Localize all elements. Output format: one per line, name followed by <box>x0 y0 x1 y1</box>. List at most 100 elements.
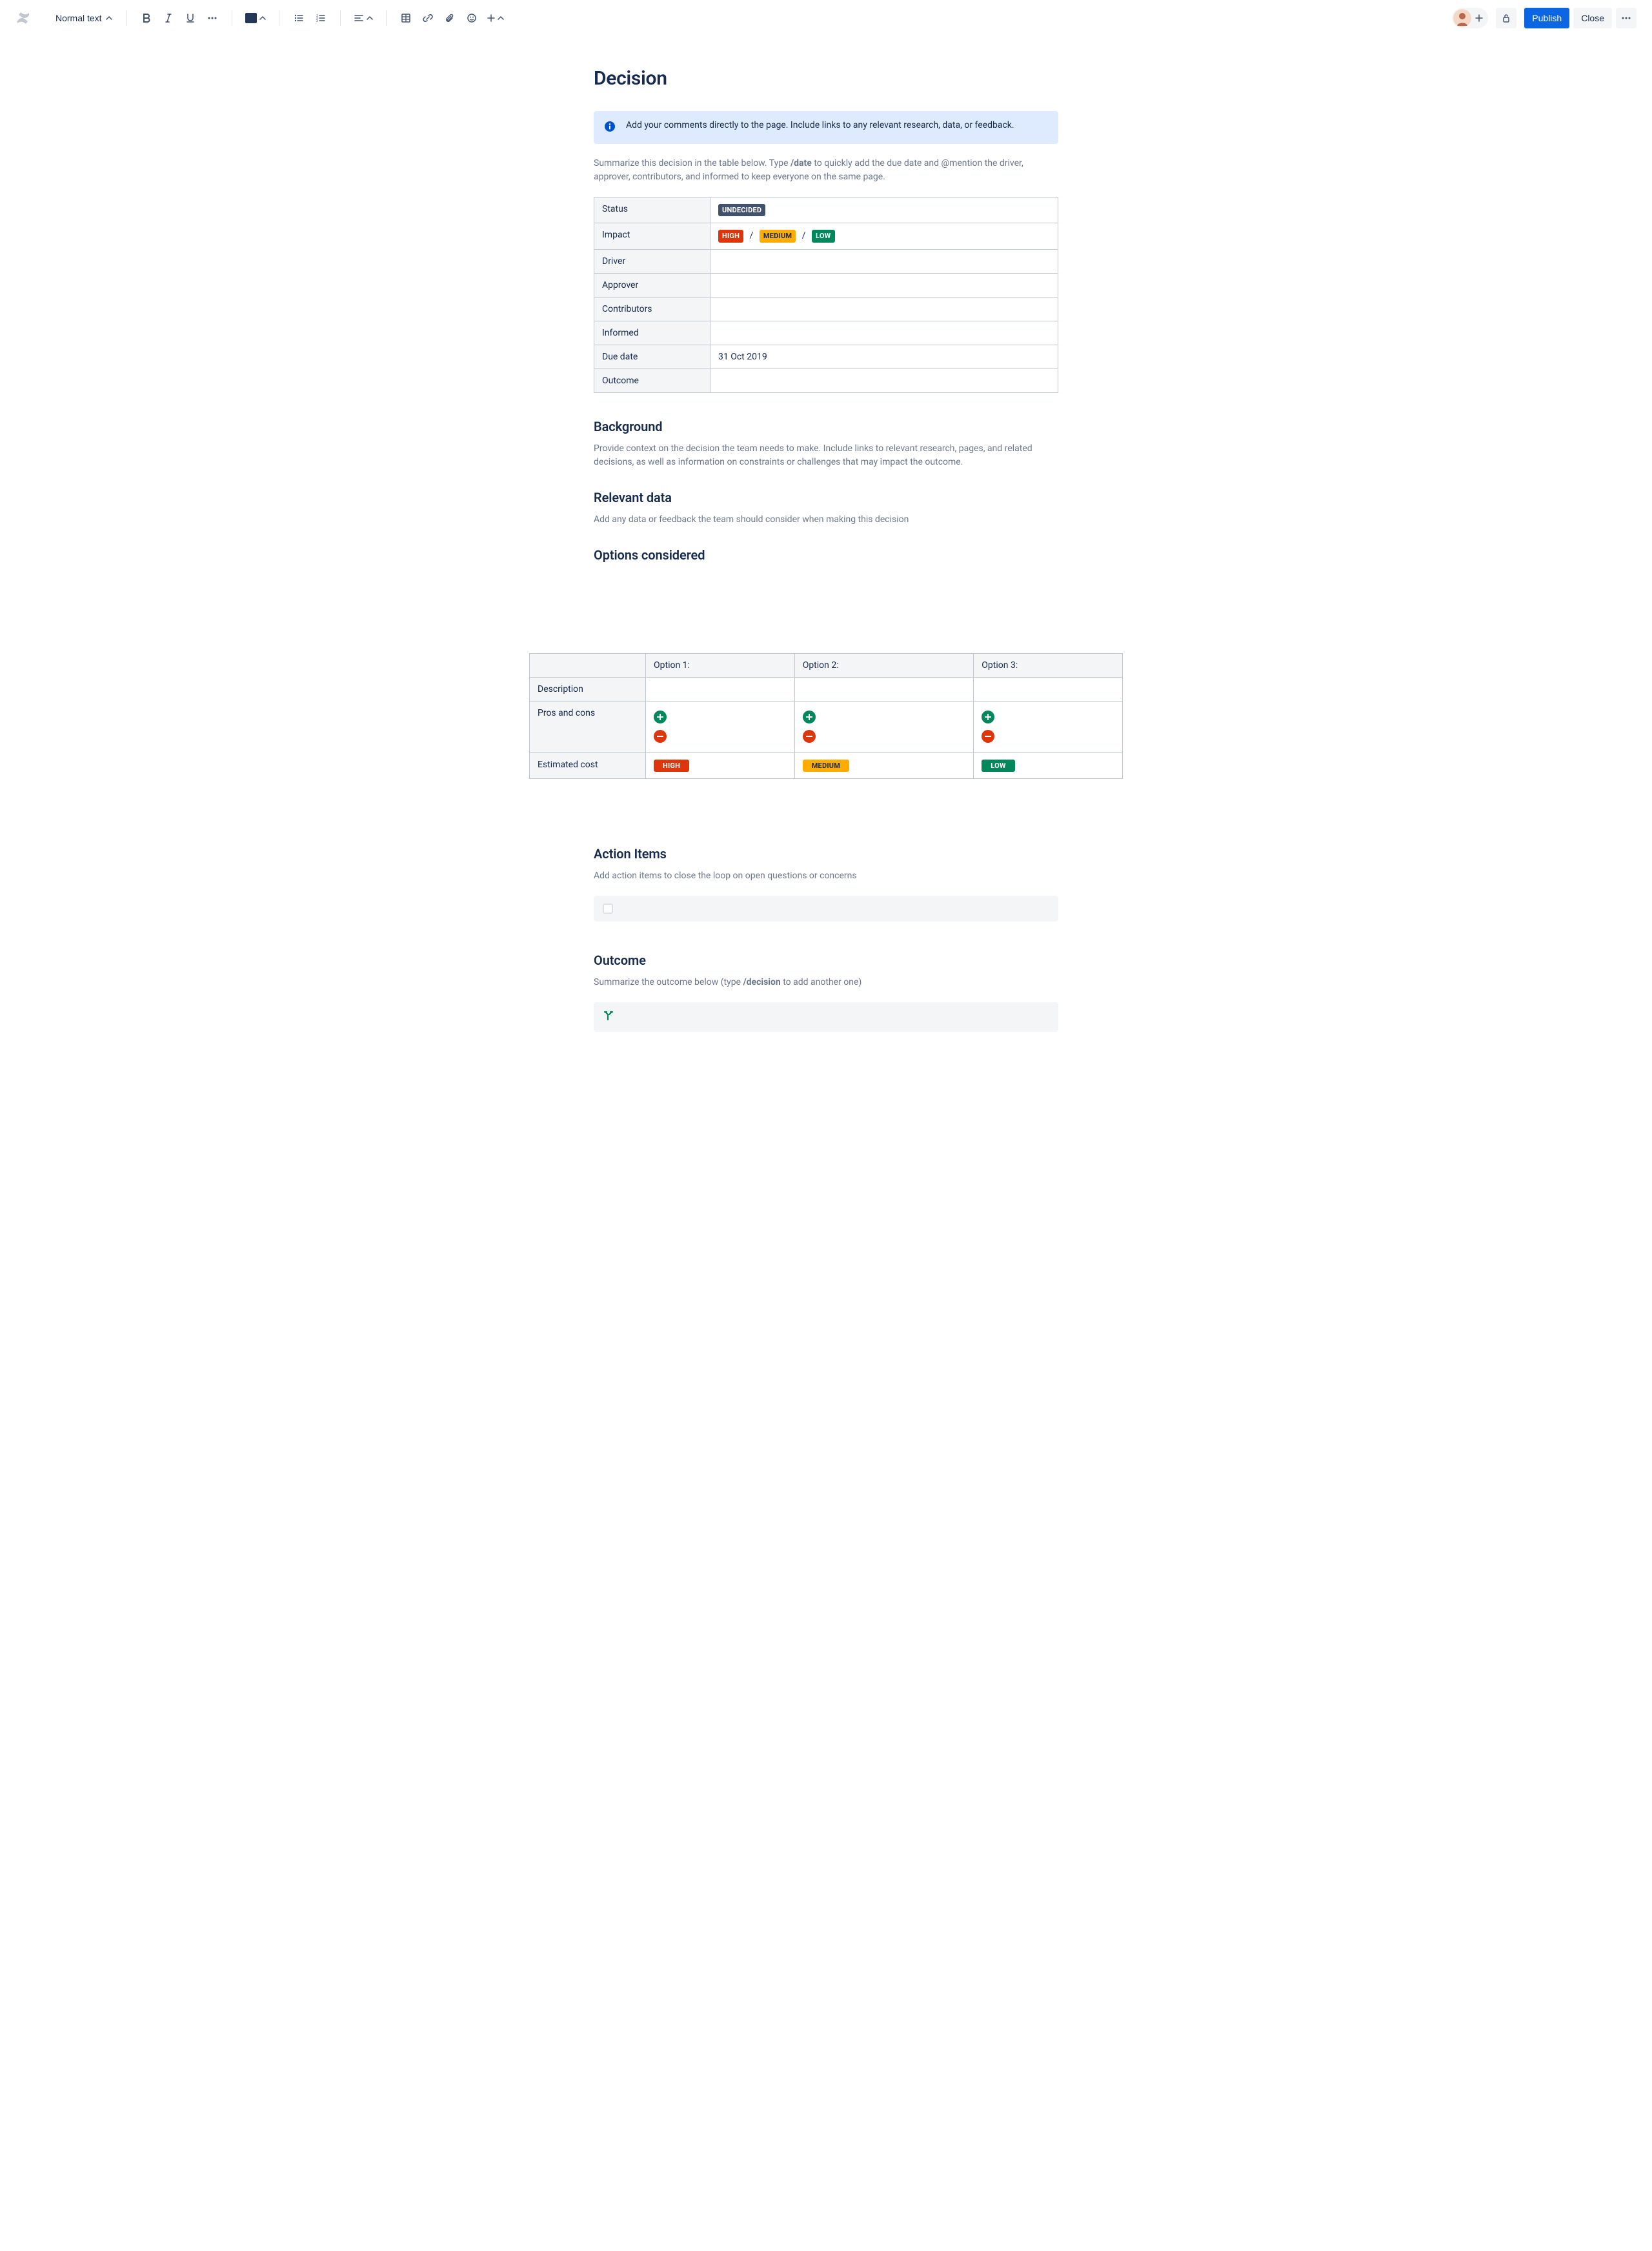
col-option-1[interactable]: Option 1: <box>646 653 795 677</box>
plus-icon <box>654 711 667 723</box>
info-panel[interactable]: Add your comments directly to the page. … <box>594 111 1058 144</box>
minus-icon <box>803 730 816 743</box>
action-item-row[interactable] <box>594 896 1058 922</box>
decision-icon <box>603 1010 614 1024</box>
impact-high-lozenge[interactable]: HIGH <box>718 230 743 242</box>
row-header-outcome[interactable]: Outcome <box>594 368 710 392</box>
link-button[interactable] <box>418 8 438 28</box>
cell-cost-3[interactable]: LOW <box>974 752 1123 778</box>
restrictions-button[interactable] <box>1496 8 1516 28</box>
cell-outcome[interactable] <box>710 368 1058 392</box>
text-style-label: Normal text <box>55 13 102 23</box>
svg-text:3: 3 <box>316 19 318 23</box>
row-header-pros-cons[interactable]: Pros and cons <box>530 701 646 752</box>
underline-icon <box>185 13 196 23</box>
plus-icon <box>982 711 994 723</box>
intro-help-text[interactable]: Summarize this decision in the table bel… <box>594 157 1058 184</box>
toolbar-separator <box>386 10 387 26</box>
row-header-driver[interactable]: Driver <box>594 249 710 273</box>
publish-button[interactable]: Publish <box>1524 8 1569 28</box>
cell-desc-2[interactable] <box>794 677 974 701</box>
avatar[interactable] <box>1453 9 1471 27</box>
cost-high-lozenge[interactable]: HIGH <box>654 760 689 772</box>
status-lozenge-undecided[interactable]: UNDECIDED <box>718 204 765 216</box>
cell-desc-3[interactable] <box>974 677 1123 701</box>
row-header-contributors[interactable]: Contributors <box>594 297 710 321</box>
cell-desc-1[interactable] <box>646 677 795 701</box>
emoji-button[interactable] <box>461 8 482 28</box>
text-color-button[interactable] <box>241 8 270 28</box>
unlock-icon <box>1501 13 1511 23</box>
col-blank[interactable] <box>530 653 646 677</box>
impact-low-lozenge[interactable]: LOW <box>812 230 834 242</box>
text-color-swatch-icon <box>245 13 257 23</box>
task-checkbox[interactable] <box>603 903 613 914</box>
bold-button[interactable] <box>136 8 157 28</box>
cell-informed[interactable] <box>710 321 1058 345</box>
cell-pc-3[interactable] <box>974 701 1123 752</box>
bullet-list-button[interactable] <box>288 8 309 28</box>
info-icon <box>604 121 616 135</box>
cell-approver[interactable] <box>710 273 1058 297</box>
text-style-dropdown[interactable]: Normal text <box>50 8 117 28</box>
heading-background[interactable]: Background <box>594 419 1058 434</box>
cost-medium-lozenge[interactable]: MEDIUM <box>803 760 849 772</box>
link-icon <box>423 13 433 23</box>
row-header-status[interactable]: Status <box>594 197 710 223</box>
plus-icon <box>1475 14 1484 23</box>
options-table[interactable]: Option 1: Option 2: Option 3: Descriptio… <box>529 653 1123 779</box>
collaborators <box>1452 8 1488 28</box>
cell-due[interactable]: 31 Oct 2019 <box>710 345 1058 368</box>
alignment-button[interactable] <box>350 8 377 28</box>
add-collaborator-button[interactable] <box>1471 10 1487 26</box>
table-row: Estimated cost HIGH MEDIUM LOW <box>530 752 1123 778</box>
more-formatting-button[interactable] <box>202 8 223 28</box>
heading-options[interactable]: Options considered <box>594 547 1058 563</box>
cell-pc-1[interactable] <box>646 701 795 752</box>
close-button[interactable]: Close <box>1573 8 1612 28</box>
row-header-impact[interactable]: Impact <box>594 223 710 249</box>
chevron-up-icon <box>259 15 266 21</box>
insert-button[interactable] <box>483 8 508 28</box>
editor-toolbar: Normal text 123 <box>0 0 1652 36</box>
col-option-2[interactable]: Option 2: <box>794 653 974 677</box>
more-actions-button[interactable] <box>1616 8 1637 28</box>
cell-status[interactable]: UNDECIDED <box>710 197 1058 223</box>
italic-button[interactable] <box>158 8 179 28</box>
confluence-logo-icon <box>15 10 31 26</box>
decision-row[interactable] <box>594 1002 1058 1032</box>
row-header-due[interactable]: Due date <box>594 345 710 368</box>
table-row: Contributors <box>594 297 1058 321</box>
table-row: Driver <box>594 249 1058 273</box>
action-body[interactable]: Add action items to close the loop on op… <box>594 869 1058 883</box>
outcome-body[interactable]: Summarize the outcome below (type /decis… <box>594 976 1058 989</box>
row-header-approver[interactable]: Approver <box>594 273 710 297</box>
cell-cost-1[interactable]: HIGH <box>646 752 795 778</box>
relevant-body[interactable]: Add any data or feedback the team should… <box>594 513 1058 527</box>
summary-table[interactable]: Status UNDECIDED Impact HIGH / MEDIUM / … <box>594 197 1058 393</box>
table-button[interactable] <box>396 8 416 28</box>
underline-button[interactable] <box>180 8 201 28</box>
heading-outcome[interactable]: Outcome <box>594 953 1058 968</box>
cell-pc-2[interactable] <box>794 701 974 752</box>
cell-cost-2[interactable]: MEDIUM <box>794 752 974 778</box>
numbered-list-button[interactable]: 123 <box>310 8 331 28</box>
row-header-description[interactable]: Description <box>530 677 646 701</box>
table-row: Approver <box>594 273 1058 297</box>
row-header-cost[interactable]: Estimated cost <box>530 752 646 778</box>
plus-icon <box>487 14 495 22</box>
heading-relevant-data[interactable]: Relevant data <box>594 490 1058 505</box>
cell-driver[interactable] <box>710 249 1058 273</box>
page-title[interactable]: Decision <box>594 67 1058 90</box>
heading-action-items[interactable]: Action Items <box>594 846 1058 862</box>
cell-contributors[interactable] <box>710 297 1058 321</box>
background-body[interactable]: Provide context on the decision the team… <box>594 442 1058 469</box>
cost-low-lozenge[interactable]: LOW <box>982 760 1014 772</box>
impact-medium-lozenge[interactable]: MEDIUM <box>760 230 796 242</box>
row-header-informed[interactable]: Informed <box>594 321 710 345</box>
table-row: Pros and cons <box>530 701 1123 752</box>
cell-impact[interactable]: HIGH / MEDIUM / LOW <box>710 223 1058 249</box>
col-option-3[interactable]: Option 3: <box>974 653 1123 677</box>
attachment-button[interactable] <box>439 8 460 28</box>
more-icon <box>207 13 217 23</box>
